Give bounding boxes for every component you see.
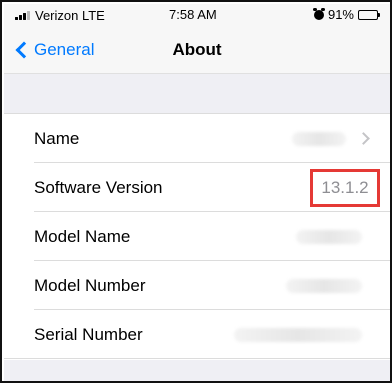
section-spacer <box>4 74 390 113</box>
phone-screen: Verizon LTE 7:58 AM 91% About General Na… <box>0 0 392 383</box>
row-model-number: Model Number <box>4 261 390 310</box>
row-label: Software Version <box>34 177 163 197</box>
section-spacer-bottom <box>4 360 390 381</box>
back-button-label: General <box>34 40 95 59</box>
redacted-value <box>292 131 346 146</box>
row-label: Name <box>34 128 80 148</box>
redacted-value <box>286 278 362 293</box>
chevron-right-icon <box>357 132 370 145</box>
row-label: Model Number <box>34 275 146 295</box>
row-name[interactable]: Name <box>4 114 390 163</box>
row-label: Serial Number <box>34 324 143 344</box>
alarm-icon <box>312 7 325 20</box>
about-list: Name Software Version 13.1.2 Model Name … <box>4 113 390 359</box>
status-time: 7:58 AM <box>169 7 217 22</box>
back-button[interactable]: General <box>14 38 94 62</box>
status-right: 91% <box>312 7 380 22</box>
chevron-left-icon <box>15 41 33 59</box>
highlight-box: 13.1.2 <box>310 169 380 207</box>
signal-icon <box>15 10 31 20</box>
navigation-bar: About General <box>4 26 390 74</box>
row-value: 13.1.2 <box>321 178 369 197</box>
carrier-label: Verizon LTE <box>35 7 105 23</box>
row-serial-number: Serial Number <box>4 310 390 359</box>
row-model-name: Model Name <box>4 212 390 261</box>
battery-icon <box>358 9 380 20</box>
redacted-value <box>234 327 362 342</box>
row-label: Model Name <box>34 226 131 246</box>
status-bar: Verizon LTE 7:58 AM 91% <box>4 4 390 26</box>
battery-percent: 91% <box>327 7 354 22</box>
status-left: Verizon LTE <box>15 7 105 23</box>
redacted-value <box>296 229 362 244</box>
row-software-version: Software Version 13.1.2 <box>4 163 390 212</box>
